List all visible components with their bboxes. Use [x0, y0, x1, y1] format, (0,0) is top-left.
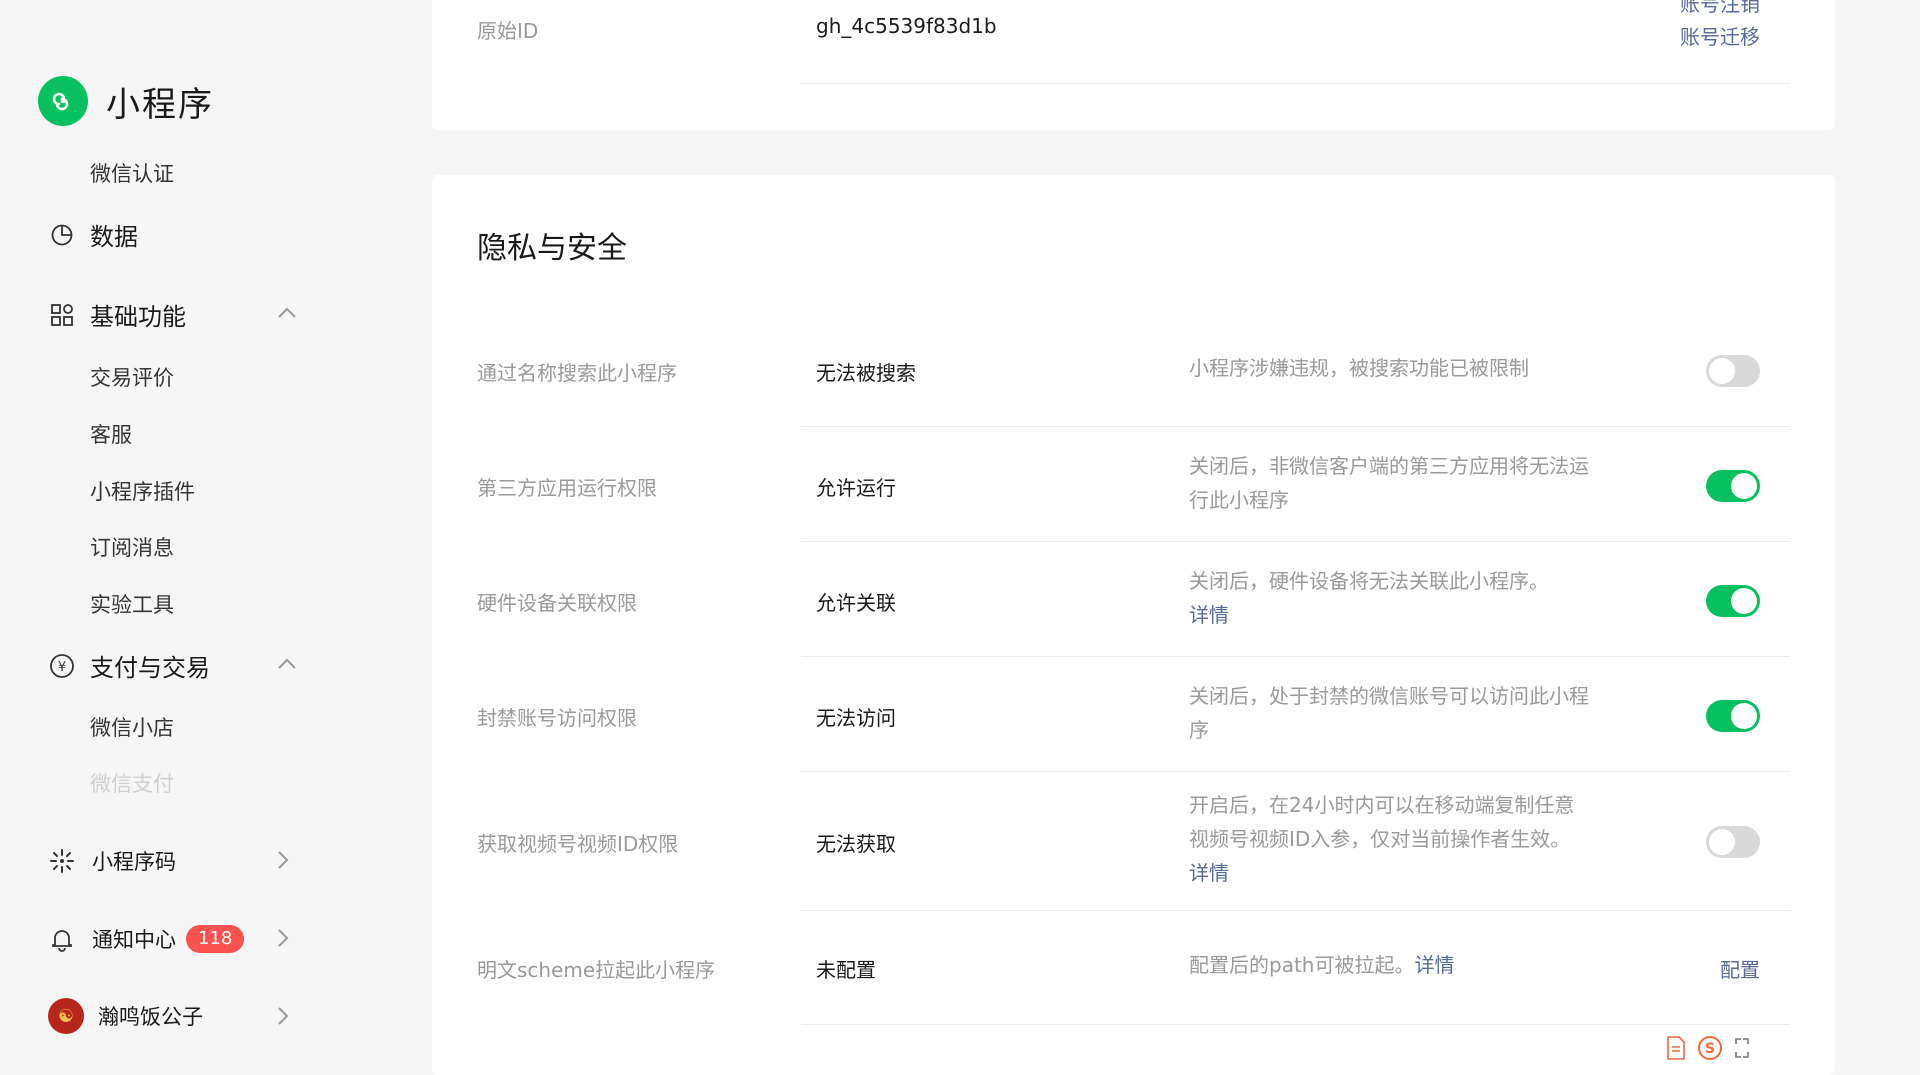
setting-desc: 配置后的path可被拉起。详情	[1189, 948, 1589, 982]
sidebar-item-data[interactable]: 数据	[48, 217, 138, 252]
sidebar-item-customer-service[interactable]: 客服	[90, 419, 132, 449]
sidebar-item-trade-review[interactable]: 交易评价	[90, 362, 174, 392]
setting-desc: 关闭后，处于封禁的微信账号可以访问此小程序	[1189, 684, 1589, 742]
bell-icon	[48, 925, 76, 953]
sidebar-item-subscribe-msg[interactable]: 订阅消息	[90, 532, 174, 562]
divider	[801, 83, 1790, 84]
privacy-security-card: 隐私与安全 通过名称搜索此小程序 无法被搜索 小程序涉嫌违规，被搜索功能已被限制…	[432, 175, 1835, 1075]
video-id-permission-toggle[interactable]	[1706, 826, 1760, 858]
sidebar-item-pay-trade[interactable]: ¥ 支付与交易	[48, 648, 210, 683]
divider	[801, 771, 1790, 772]
sidebar-item-label: 基础功能	[90, 303, 186, 331]
sidebar-item-wechat-pay[interactable]: 微信支付	[90, 768, 174, 798]
sidebar-item-mini-code[interactable]: 小程序码	[48, 846, 176, 876]
brand-title: 小程序	[106, 84, 214, 125]
banned-account-access-toggle[interactable]	[1706, 700, 1760, 732]
brand[interactable]: 小程序	[38, 76, 214, 126]
setting-value: 无法获取	[816, 832, 896, 856]
details-link[interactable]: 详情	[1414, 953, 1454, 977]
sidebar-item-plugins[interactable]: 小程序插件	[90, 476, 195, 506]
setting-label: 封禁账号访问权限	[477, 706, 637, 730]
divider	[801, 541, 1790, 542]
sidebar-item-label: 通知中心	[92, 928, 176, 952]
hardware-link-toggle[interactable]	[1706, 585, 1760, 617]
search-by-name-toggle[interactable]	[1706, 355, 1760, 387]
setting-label: 第三方应用运行权限	[477, 476, 657, 500]
chevron-right-icon[interactable]	[272, 1005, 294, 1027]
setting-desc-text: 关闭后，硬件设备将无法关联此小程序。	[1189, 569, 1549, 593]
toggle-knob	[1709, 358, 1735, 384]
user-name: 瀚鸣饭公子	[98, 1005, 203, 1029]
setting-label: 硬件设备关联权限	[477, 591, 637, 615]
section-title: 隐私与安全	[477, 231, 627, 266]
setting-desc-text: 配置后的path可被拉起。	[1189, 953, 1415, 977]
fullscreen-icon[interactable]	[1733, 1036, 1751, 1060]
setting-desc: 小程序涉嫌违规，被搜索功能已被限制	[1189, 356, 1529, 380]
miniprogram-logo-icon	[38, 76, 88, 126]
sidebar-item-label: 数据	[90, 223, 138, 251]
sidebar-item-label: 支付与交易	[90, 654, 210, 682]
account-migrate-link[interactable]: 账号迁移	[1680, 21, 1760, 50]
details-link[interactable]: 详情	[1189, 861, 1229, 885]
sunburst-code-icon	[48, 847, 76, 875]
sidebar-item-wechat-store[interactable]: 微信小店	[90, 712, 174, 742]
original-id-label: 原始ID	[477, 19, 539, 43]
toggle-knob	[1709, 829, 1735, 855]
pie-chart-icon	[48, 221, 76, 249]
setting-desc: 关闭后，非微信客户端的第三方应用将无法运行此小程序	[1189, 454, 1589, 512]
sidebar-item-wechat-cert[interactable]: 微信认证	[90, 158, 174, 188]
setting-value: 无法被搜索	[816, 361, 916, 385]
svg-text:¥: ¥	[58, 660, 66, 675]
third-party-run-toggle[interactable]	[1706, 470, 1760, 502]
divider	[801, 1024, 1790, 1025]
toggle-knob	[1731, 703, 1757, 729]
setting-label: 获取视频号视频ID权限	[477, 832, 679, 856]
document-icon[interactable]	[1665, 1035, 1687, 1061]
sidebar-item-user[interactable]: ☯ 瀚鸣饭公子	[48, 998, 203, 1034]
sidebar-item-label: 小程序码	[92, 850, 176, 874]
toggle-knob	[1731, 473, 1757, 499]
svg-text:S: S	[1705, 1041, 1715, 1057]
setting-desc: 关闭后，硬件设备将无法关联此小程序。 详情	[1189, 564, 1589, 632]
setting-value: 允许运行	[816, 476, 896, 500]
details-link[interactable]: 详情	[1189, 603, 1229, 627]
setting-label: 明文scheme拉起此小程序	[477, 958, 716, 982]
setting-value: 无法访问	[816, 706, 896, 730]
sidebar: 小程序 微信认证 数据 基础功能 交易评价 客服 小程序插件 订阅消息 实验工具…	[0, 0, 420, 1068]
setting-desc: 开启后，在24小时内可以在移动端复制任意视频号视频ID入参，仅对当前操作者生效。…	[1189, 788, 1589, 890]
chevron-right-icon[interactable]	[272, 927, 294, 949]
toggle-knob	[1731, 588, 1757, 614]
divider	[801, 910, 1790, 911]
grid-icon	[48, 301, 76, 329]
setting-desc-text: 开启后，在24小时内可以在移动端复制任意视频号视频ID入参，仅对当前操作者生效。	[1189, 793, 1575, 851]
sidebar-item-basic[interactable]: 基础功能	[48, 297, 186, 332]
setting-label: 通过名称搜索此小程序	[477, 361, 677, 385]
sidebar-item-lab-tools[interactable]: 实验工具	[90, 589, 174, 619]
configure-scheme-link[interactable]: 配置	[1720, 954, 1760, 983]
avatar: ☯	[48, 998, 84, 1034]
divider	[801, 656, 1790, 657]
chevron-up-icon[interactable]	[276, 653, 298, 675]
account-info-card: 原始ID gh_4c5539f83d1b 账号注销 账号迁移	[432, 0, 1835, 130]
notification-count-badge: 118	[186, 925, 245, 953]
floating-toolbar: S	[1665, 1035, 1751, 1061]
sidebar-item-notify-center[interactable]: 通知中心 118	[48, 924, 245, 954]
account-cancel-link[interactable]: 账号注销	[1680, 0, 1760, 17]
yen-icon: ¥	[48, 652, 76, 680]
setting-value: 未配置	[816, 958, 876, 982]
sogou-input-icon[interactable]: S	[1697, 1035, 1723, 1061]
original-id-value: gh_4c5539f83d1b	[816, 14, 997, 38]
chevron-right-icon[interactable]	[272, 849, 294, 871]
chevron-up-icon[interactable]	[276, 302, 298, 324]
divider	[801, 426, 1790, 427]
setting-value: 允许关联	[816, 591, 896, 615]
